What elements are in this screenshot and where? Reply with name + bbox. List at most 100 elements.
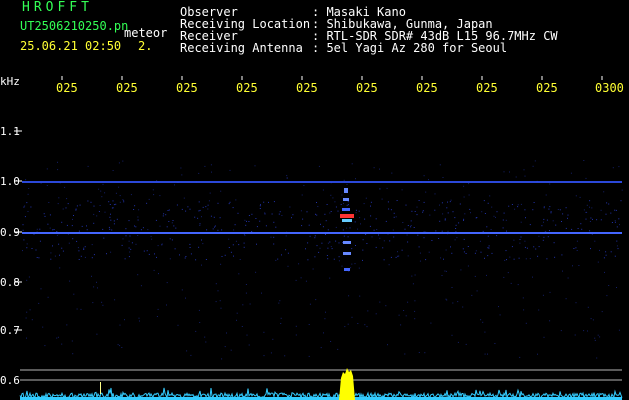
noise-dot <box>414 310 416 312</box>
noise-dot <box>59 267 61 269</box>
noise-dot <box>199 209 201 211</box>
noise-dot <box>169 238 171 240</box>
noise-dot <box>321 242 323 244</box>
noise-dot <box>221 229 223 231</box>
noise-dot <box>102 183 104 185</box>
noise-dot <box>443 258 444 260</box>
noise-dot <box>398 314 400 316</box>
noise-dot <box>111 229 113 231</box>
noise-dot <box>292 214 294 216</box>
noise-dot <box>463 251 465 253</box>
noise-dot <box>270 352 272 354</box>
noise-dot <box>614 220 616 222</box>
noise-dot <box>185 210 187 212</box>
noise-dot <box>101 301 103 303</box>
noise-dot <box>236 319 237 321</box>
noise-dot <box>388 208 390 210</box>
noise-dot <box>517 204 519 206</box>
noise-dot <box>189 247 191 248</box>
noise-dot <box>413 227 415 228</box>
noise-dot <box>519 239 521 240</box>
noise-dot <box>455 228 457 229</box>
noise-dot <box>24 216 26 218</box>
noise-dot <box>605 213 607 215</box>
noise-dot <box>517 206 519 208</box>
noise-dot <box>355 245 356 246</box>
noise-dot <box>616 287 617 288</box>
noise-dot <box>404 228 406 230</box>
noise-dot <box>343 235 345 237</box>
noise-dot <box>364 324 366 326</box>
noise-dot <box>31 248 33 249</box>
noise-dot <box>354 221 356 223</box>
noise-dot <box>524 175 526 177</box>
noise-dot <box>96 215 98 217</box>
noise-dot <box>362 249 364 251</box>
noise-dot <box>503 276 505 278</box>
noise-dot <box>385 305 387 307</box>
noise-dot <box>573 248 575 249</box>
noise-dot <box>329 241 331 243</box>
noise-dot <box>489 195 491 197</box>
noise-dot <box>590 217 592 219</box>
noise-dot <box>419 252 421 254</box>
noise-dot <box>335 206 337 208</box>
noise-dot <box>238 244 240 246</box>
noise-dot <box>549 206 551 208</box>
noise-dot <box>330 194 332 196</box>
noise-dot <box>538 235 540 237</box>
noise-dot <box>320 223 321 225</box>
noise-dot <box>121 244 123 246</box>
noise-dot <box>28 276 30 278</box>
noise-dot <box>73 215 74 216</box>
noise-dot <box>199 322 201 323</box>
noise-dot <box>462 248 464 250</box>
noise-dot <box>546 258 548 260</box>
noise-dot <box>395 256 397 258</box>
noise-dot <box>305 248 306 250</box>
noise-dot <box>338 256 340 258</box>
noise-dot <box>183 197 185 199</box>
background-noise <box>22 160 623 360</box>
noise-dot <box>202 243 204 245</box>
noise-dot <box>610 212 612 214</box>
noise-dot <box>52 245 53 247</box>
noise-dot <box>567 214 569 216</box>
noise-dot <box>620 200 622 202</box>
noise-dot <box>572 265 573 267</box>
noise-dot <box>496 235 498 237</box>
noise-dot <box>245 224 247 226</box>
baseline-marker <box>100 382 101 394</box>
noise-dot <box>214 225 216 227</box>
noise-dot <box>599 249 600 251</box>
noise-dot <box>189 208 191 210</box>
noise-dot <box>605 251 607 253</box>
noise-dot <box>594 339 596 341</box>
noise-dot <box>576 250 578 251</box>
noise-dot <box>119 345 121 347</box>
noise-dot <box>329 212 331 214</box>
noise-dot <box>357 323 359 324</box>
noise-dot <box>185 297 186 299</box>
noise-dot <box>460 269 462 271</box>
noise-dot <box>442 177 444 178</box>
noise-dot <box>414 274 416 276</box>
noise-dot <box>71 225 73 227</box>
noise-dot <box>234 224 236 226</box>
noise-dot <box>470 212 471 214</box>
noise-dot <box>198 172 200 174</box>
noise-dot <box>278 213 280 215</box>
noise-dot <box>406 234 408 236</box>
noise-dot <box>84 256 86 258</box>
noise-dot <box>498 306 499 308</box>
noise-dot <box>115 192 117 194</box>
noise-dot <box>38 257 40 259</box>
noise-dot <box>423 231 425 233</box>
noise-dot <box>410 225 412 226</box>
noise-dot <box>326 255 328 256</box>
noise-dot <box>300 210 302 212</box>
noise-dot <box>458 222 460 224</box>
noise-dot <box>229 169 231 171</box>
noise-dot <box>439 164 441 166</box>
signal-band-upper <box>22 181 622 183</box>
